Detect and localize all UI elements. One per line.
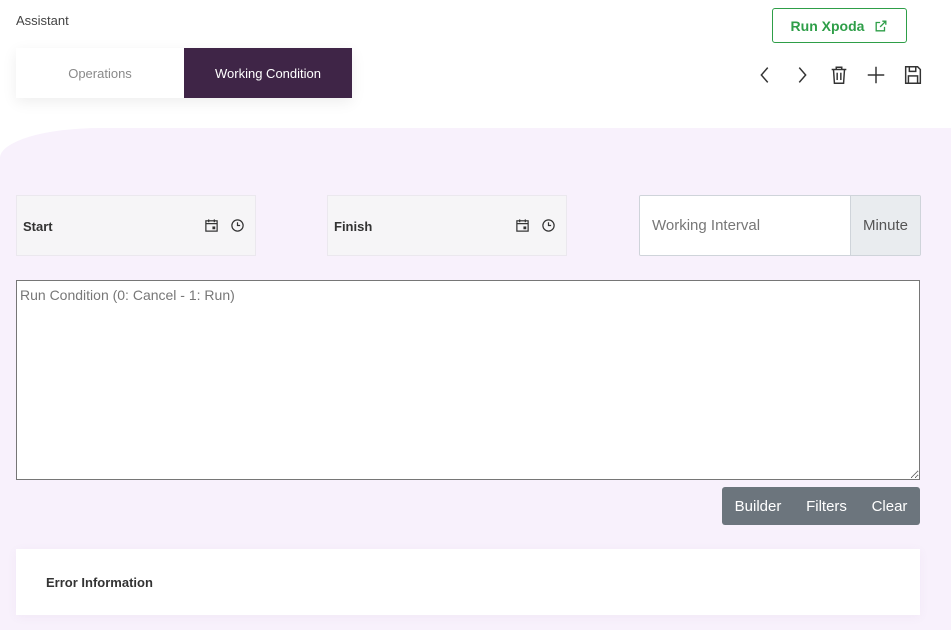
previous-button[interactable] — [752, 62, 778, 88]
working-interval-group: Minute — [639, 195, 921, 256]
next-button[interactable] — [789, 62, 815, 88]
calendar-icon[interactable] — [515, 218, 530, 233]
calendar-icon[interactable] — [204, 218, 219, 233]
save-button[interactable] — [900, 62, 926, 88]
app-root: Assistant Run Xpoda Operations Working C… — [0, 0, 951, 630]
tab-working-condition[interactable]: Working Condition — [184, 48, 352, 98]
run-xpoda-button[interactable]: Run Xpoda — [772, 8, 907, 43]
finish-label: Finish — [334, 219, 373, 234]
chevron-right-icon — [798, 67, 807, 83]
add-button[interactable] — [863, 62, 889, 88]
condition-button-group: Builder Filters Clear — [722, 487, 920, 525]
tab-bar: Operations Working Condition — [16, 48, 352, 98]
filters-button[interactable]: Filters — [794, 487, 859, 525]
run-condition-textarea[interactable] — [16, 280, 920, 480]
interval-unit-addon: Minute — [850, 196, 920, 255]
run-button-label: Run Xpoda — [790, 17, 865, 34]
toolbar — [752, 62, 926, 88]
error-information-title: Error Information — [46, 574, 153, 590]
tab-operations[interactable]: Operations — [16, 48, 184, 98]
finish-date-field[interactable]: Finish — [327, 195, 567, 256]
delete-button[interactable] — [826, 62, 852, 88]
builder-button[interactable]: Builder — [722, 487, 794, 525]
clock-icon[interactable] — [541, 218, 556, 233]
trash-icon — [831, 66, 847, 84]
start-label: Start — [23, 219, 53, 234]
error-information-panel[interactable]: Error Information — [16, 549, 920, 615]
clock-icon[interactable] — [230, 218, 245, 233]
chevron-left-icon — [760, 67, 769, 83]
clear-button[interactable]: Clear — [859, 487, 920, 525]
assistant-label: Assistant — [16, 13, 69, 28]
working-interval-input[interactable] — [640, 196, 850, 255]
save-icon — [904, 66, 922, 84]
start-date-field[interactable]: Start — [16, 195, 256, 256]
plus-icon — [867, 66, 885, 84]
external-link-icon — [875, 20, 887, 31]
